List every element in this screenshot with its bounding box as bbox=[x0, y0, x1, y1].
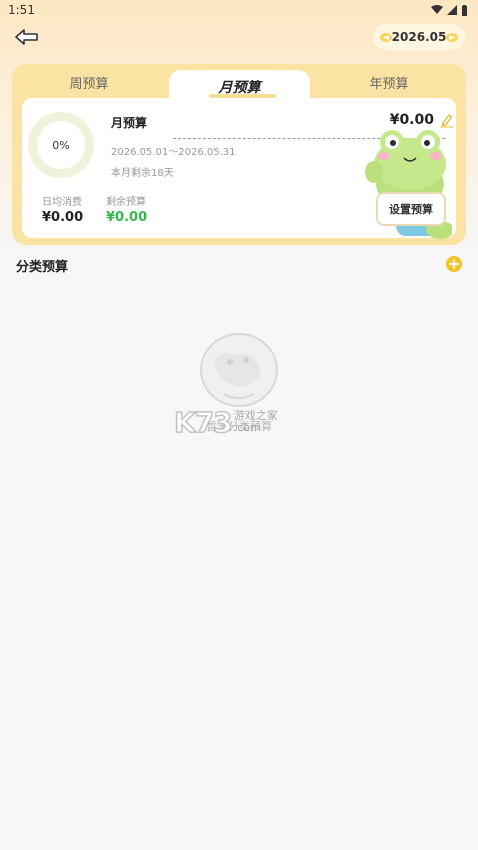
watermark-line2: .com bbox=[233, 421, 261, 434]
wifi-icon bbox=[431, 5, 443, 14]
days-left: 本月剩余18天 bbox=[111, 168, 174, 179]
empty-planet-illustration bbox=[200, 333, 278, 407]
prev-arrow-icon[interactable] bbox=[380, 32, 392, 42]
watermark-line1: 游戏之家 bbox=[233, 408, 278, 422]
progress-ring: 0% bbox=[28, 112, 94, 178]
add-icon bbox=[449, 259, 459, 269]
date-range: 2026.05.01～2026.05.31 bbox=[111, 147, 236, 158]
daily-spend-value: ¥0.00 bbox=[42, 210, 84, 225]
remaining-budget-value: ¥0.00 bbox=[106, 210, 148, 225]
watermark-side: 游戏之家 .com bbox=[233, 408, 278, 434]
signal-icon bbox=[447, 5, 457, 15]
daily-spend-label: 日均消费 bbox=[42, 197, 82, 208]
set-budget-button[interactable]: 设置预算 bbox=[376, 192, 446, 226]
remaining-budget-label: 剩余预算 bbox=[106, 197, 146, 208]
status-bar: 1:51 bbox=[0, 0, 478, 20]
budget-title: 月预算 bbox=[111, 116, 148, 130]
period-selector: 2026.05 bbox=[373, 24, 465, 50]
status-icons bbox=[431, 4, 468, 16]
add-category-button[interactable] bbox=[446, 256, 462, 272]
status-time: 1:51 bbox=[8, 3, 35, 17]
back-button[interactable] bbox=[12, 26, 42, 48]
period-label[interactable]: 2026.05 bbox=[392, 30, 447, 44]
watermark: K73 游戏之家 .com bbox=[173, 404, 314, 440]
battery-icon bbox=[462, 4, 467, 16]
progress-percent: 0% bbox=[52, 138, 70, 152]
category-budget-title: 分类预算 bbox=[16, 260, 69, 275]
next-arrow-icon[interactable] bbox=[446, 32, 458, 42]
watermark-logo: K73 bbox=[173, 405, 233, 440]
back-arrow-icon bbox=[15, 29, 38, 45]
tab-week[interactable]: 周预算 bbox=[12, 64, 166, 100]
